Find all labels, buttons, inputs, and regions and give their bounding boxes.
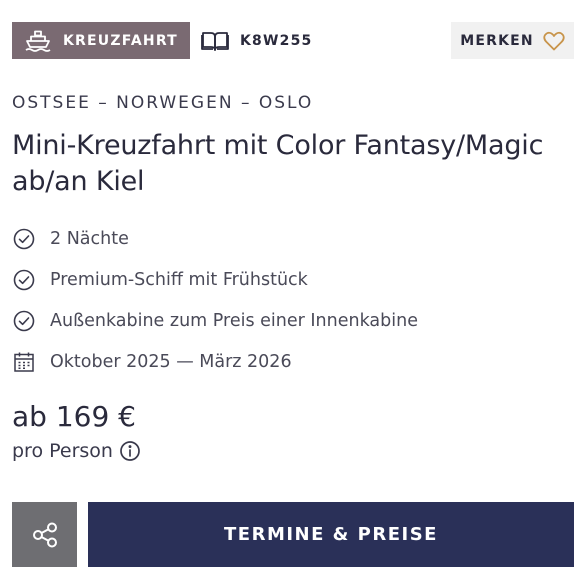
- offer-header: KREUZFAHRT K8W255 MERKEN: [12, 22, 574, 59]
- share-icon: [32, 522, 57, 547]
- feature-list: 2 Nächte Premium-Schiff mit Frühstück Au…: [12, 218, 574, 382]
- book-icon: [201, 31, 229, 51]
- dates-and-prices-button[interactable]: TERMINE & PREISE: [88, 502, 574, 567]
- feature-text: 2 Nächte: [50, 228, 129, 249]
- feature-text: Außenkabine zum Preis einer Innenkabine: [50, 310, 418, 331]
- feature-item: Oktober 2025 — März 2026: [12, 341, 574, 382]
- offer-code-text: K8W255: [240, 32, 313, 49]
- offer-title: Mini-Kreuzfahrt mit Color Fantasy/Magic …: [12, 130, 544, 197]
- check-circle-icon: [13, 310, 35, 331]
- merken-label: MERKEN: [460, 32, 534, 49]
- feature-item: Außenkabine zum Preis einer Innenkabine: [12, 300, 574, 341]
- feature-item: 2 Nächte: [12, 218, 574, 259]
- check-circle-icon: [13, 269, 35, 290]
- per-person-label: pro Person: [12, 440, 113, 462]
- route-subtitle: OSTSEE – NORWEGEN – OSLO: [12, 93, 314, 113]
- info-icon[interactable]: [119, 440, 141, 462]
- feature-text: Premium-Schiff mit Frühstück: [50, 269, 308, 290]
- price-value: ab 169 €: [12, 400, 136, 433]
- calendar-icon: [14, 352, 34, 372]
- feature-item: Premium-Schiff mit Frühstück: [12, 259, 574, 300]
- merken-button[interactable]: MERKEN: [451, 22, 574, 59]
- feature-text: Oktober 2025 — März 2026: [50, 351, 292, 372]
- offer-code: K8W255: [201, 22, 312, 59]
- share-button[interactable]: [12, 502, 77, 567]
- category-badge: KREUZFAHRT: [12, 22, 190, 59]
- heart-icon: [543, 31, 565, 50]
- price-per-person: pro Person: [12, 440, 141, 462]
- ship-icon: [25, 30, 51, 52]
- check-circle-icon: [13, 228, 35, 249]
- category-label: KREUZFAHRT: [63, 32, 178, 49]
